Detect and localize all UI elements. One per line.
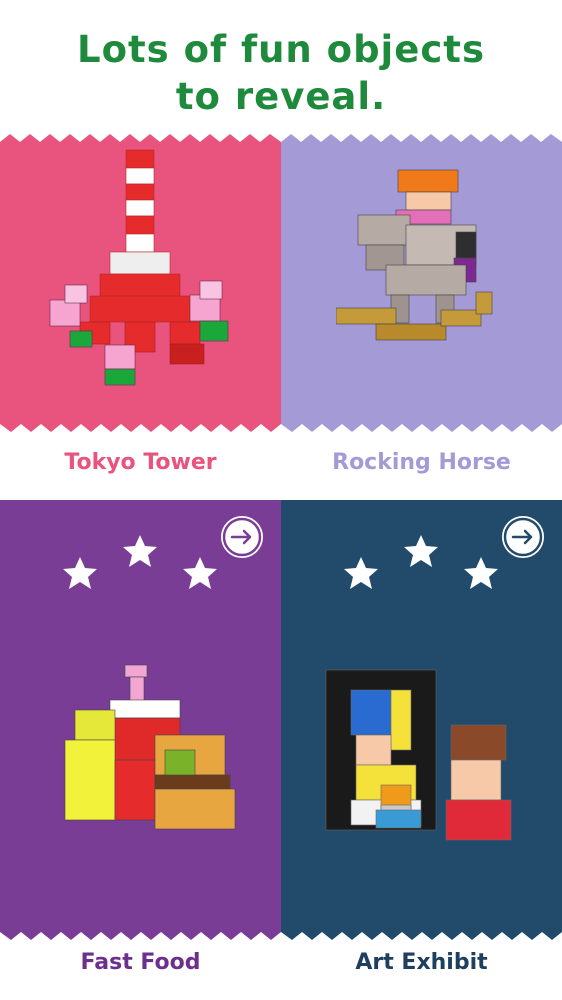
tokyo-tower-voxel-art [49,149,229,386]
card-fast-food[interactable] [0,500,281,940]
card-title-art-exhibit[interactable]: Art Exhibit [281,950,562,975]
fast-food-voxel-art [64,664,236,830]
star-icon [464,557,498,589]
arrow-right-circle-icon[interactable] [217,512,267,562]
arrow-right-circle-icon[interactable] [498,512,548,562]
headline-line-1: Lots of fun objects [77,28,485,71]
art-exhibit-voxel-art [325,669,512,841]
rocking-horse-voxel-art [336,169,493,341]
star-icon [123,535,157,567]
card-title-rocking-horse[interactable]: Rocking Horse [281,450,562,475]
star-icon [404,535,438,567]
card-rocking-horse[interactable] [281,130,562,432]
card-tokyo-tower[interactable] [0,130,281,432]
star-icon [183,557,217,589]
headline: Lots of fun objects to reveal. [0,26,562,120]
star-icon [344,557,378,589]
card-art-exhibit[interactable] [281,500,562,940]
star-icon [63,557,97,589]
card-title-fast-food[interactable]: Fast Food [0,950,281,975]
headline-line-2: to reveal. [175,75,387,118]
star-rating [63,535,217,589]
star-rating [344,535,498,589]
card-title-tokyo-tower[interactable]: Tokyo Tower [0,450,281,475]
